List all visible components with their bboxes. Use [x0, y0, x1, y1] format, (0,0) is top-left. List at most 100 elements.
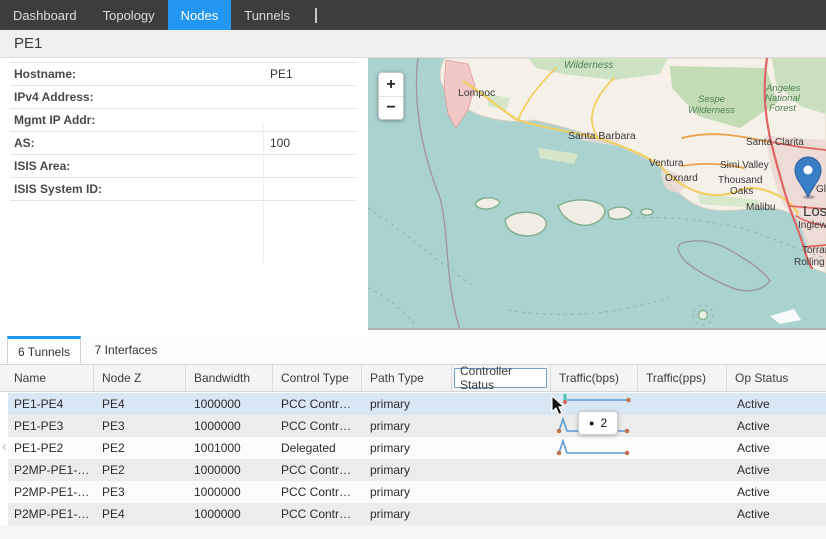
label-simi-valley: Simi Valley: [720, 160, 769, 171]
cell-bandwidth: 1001000: [186, 437, 273, 459]
cell-controller-status: [452, 415, 551, 437]
controller-status-focus-box[interactable]: Controller Status: [454, 368, 547, 388]
tab-tunnels[interactable]: 6 Tunnels: [7, 336, 81, 364]
detail-row-hostname: Hostname: PE1: [10, 63, 356, 86]
cell-node-z: PE4: [94, 503, 186, 525]
detail-column-divider: [263, 124, 264, 263]
col-header-node-z[interactable]: Node Z: [94, 365, 186, 391]
cell-controller-status: [452, 503, 551, 525]
detail-value: PE1: [270, 67, 293, 81]
detail-label: Hostname:: [14, 67, 76, 81]
cell-traffic-pps: [638, 393, 727, 415]
label-anf-3: Forest: [769, 103, 796, 114]
map-panel[interactable]: Wilderness Lompoc Santa Barbara Ventura …: [368, 58, 826, 330]
detail-label: ISIS System ID:: [14, 182, 102, 196]
sparkline-tooltip: ● 2: [578, 411, 618, 435]
map-canvas[interactable]: Wilderness Lompoc Santa Barbara Ventura …: [368, 58, 826, 330]
cell-control-type: Delegated: [273, 437, 362, 459]
nav-item-dashboard[interactable]: Dashboard: [0, 0, 90, 30]
label-lompoc: Lompoc: [458, 87, 495, 99]
label-rolling-hills: Rolling: [794, 257, 825, 268]
cell-path-type: primary: [362, 459, 452, 481]
map-zoom-control: + −: [378, 72, 404, 120]
mouse-cursor-icon: [551, 395, 566, 416]
detail-label: Mgmt IP Addr:: [14, 113, 95, 127]
cell-bandwidth: 1000000: [186, 459, 273, 481]
cell-control-type: PCC Contr…: [273, 459, 362, 481]
label-sespe-1: Sespe: [698, 94, 725, 105]
cell-op-status: Active: [727, 437, 826, 459]
traffic-sparkline[interactable]: [556, 438, 636, 458]
label-santa-barbara: Santa Barbara: [568, 130, 636, 142]
tab-interfaces[interactable]: 7 Interfaces: [81, 336, 171, 364]
label-thousand: Thousand: [718, 175, 762, 186]
col-header-traffic-bps[interactable]: Traffic(bps): [551, 365, 638, 391]
col-header-control-type[interactable]: Control Type: [273, 365, 362, 391]
col-header-bandwidth[interactable]: Bandwidth: [186, 365, 273, 391]
cell-op-status: Active: [727, 393, 826, 415]
label-malibu: Malibu: [746, 202, 775, 213]
cell-name: P2MP-PE1-…: [8, 503, 94, 525]
table-row[interactable]: P2MP-PE1-… PE4 1000000 PCC Contr… primar…: [8, 503, 826, 525]
col-header-path-type[interactable]: Path Type: [362, 365, 452, 391]
col-header-traffic-pps[interactable]: Traffic(pps): [638, 365, 727, 391]
detail-row-ipv4: IPv4 Address:: [10, 86, 356, 109]
cell-control-type: PCC Contr…: [273, 393, 362, 415]
cell-name: PE1-PE3: [8, 415, 94, 437]
zoom-in-button[interactable]: +: [379, 73, 403, 96]
bottom-tabs: 6 Tunnels 7 Interfaces: [0, 336, 826, 364]
cell-path-type: primary: [362, 437, 452, 459]
cell-traffic-pps: [638, 415, 727, 437]
cell-control-type: PCC Contr…: [273, 503, 362, 525]
cell-traffic-pps: [638, 437, 727, 459]
node-details-panel: Hostname: PE1 IPv4 Address: Mgmt IP Addr…: [0, 58, 358, 330]
table-row[interactable]: P2MP-PE1-… PE3 1000000 PCC Contr… primar…: [8, 481, 826, 503]
label-glendale: Gl: [816, 184, 826, 195]
cell-bandwidth: 1000000: [186, 503, 273, 525]
col-header-name[interactable]: Name: [0, 365, 94, 391]
col-header-controller-status[interactable]: Controller Status: [452, 365, 551, 391]
cell-traffic-bps: [551, 481, 638, 503]
cell-name: P2MP-PE1-…: [8, 481, 94, 503]
cell-bandwidth: 1000000: [186, 481, 273, 503]
cell-path-type: primary: [362, 481, 452, 503]
footer-strip: [0, 525, 826, 539]
nav-item-tunnels[interactable]: Tunnels: [231, 0, 303, 30]
cell-name: P2MP-PE1-…: [8, 459, 94, 481]
cell-controller-status: [452, 459, 551, 481]
tooltip-value: 2: [600, 416, 607, 430]
cell-control-type: PCC Contr…: [273, 415, 362, 437]
panel-collapse-handle[interactable]: ‹: [0, 428, 9, 464]
top-nav: Dashboard Topology Nodes Tunnels: [0, 0, 826, 30]
label-oxnard: Oxnard: [665, 173, 698, 184]
detail-value: 100: [270, 136, 290, 150]
detail-row-isis-system-id: ISIS System ID:: [10, 178, 356, 201]
nav-item-nodes[interactable]: Nodes: [168, 0, 232, 30]
cell-controller-status: [452, 393, 551, 415]
cell-node-z: PE2: [94, 459, 186, 481]
detail-label: IPv4 Address:: [14, 90, 94, 104]
cell-traffic-pps: [638, 503, 727, 525]
zoom-out-button[interactable]: −: [379, 96, 403, 119]
cell-node-z: PE4: [94, 393, 186, 415]
cell-traffic-pps: [638, 459, 727, 481]
cell-traffic-bps: [551, 503, 638, 525]
label-sespe-2: Wilderness: [688, 105, 735, 116]
label-wilderness: Wilderness: [564, 60, 613, 71]
table-row[interactable]: PE1-PE4 PE4 1000000 PCC Contr… primary A…: [8, 393, 826, 415]
cell-op-status: Active: [727, 503, 826, 525]
page-title: PE1: [14, 35, 42, 52]
cell-op-status: Active: [727, 481, 826, 503]
table-row[interactable]: PE1-PE2 PE2 1001000 Delegated primary Ac…: [8, 437, 826, 459]
cell-traffic-pps: [638, 481, 727, 503]
cell-controller-status: [452, 437, 551, 459]
cell-op-status: Active: [727, 415, 826, 437]
map-atoll: [699, 311, 708, 320]
cell-bandwidth: 1000000: [186, 415, 273, 437]
table-row[interactable]: P2MP-PE1-… PE2 1000000 PCC Contr… primar…: [8, 459, 826, 481]
cell-traffic-bps: [551, 437, 638, 459]
nav-separator: [315, 8, 317, 23]
col-header-op-status[interactable]: Op Status: [727, 365, 826, 391]
table-row[interactable]: PE1-PE3 PE3 1000000 PCC Contr… primary A…: [8, 415, 826, 437]
nav-item-topology[interactable]: Topology: [90, 0, 168, 30]
